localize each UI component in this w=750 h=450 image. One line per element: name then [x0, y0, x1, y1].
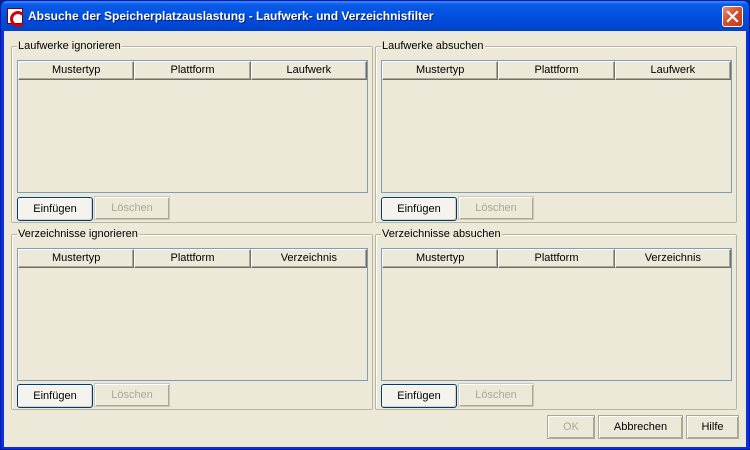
app-logo-icon [7, 8, 26, 27]
table-header: Mustertyp Plattform Laufwerk [18, 61, 367, 80]
column-header-laufwerk[interactable]: Laufwerk [250, 61, 367, 80]
column-header-verzeichnis[interactable]: Verzeichnis [250, 249, 367, 268]
column-header-mustertyp[interactable]: Mustertyp [18, 249, 135, 268]
column-header-plattform[interactable]: Plattform [498, 249, 615, 268]
close-button[interactable] [722, 6, 743, 27]
help-button[interactable]: Hilfe [686, 415, 739, 439]
insert-button[interactable]: Einfügen [381, 197, 457, 221]
delete-button[interactable]: Löschen [94, 196, 170, 220]
table-header: Mustertyp Plattform Verzeichnis [18, 249, 367, 268]
table-body[interactable] [18, 80, 367, 192]
insert-button[interactable]: Einfügen [17, 384, 93, 408]
dirs-ignore-table[interactable]: Mustertyp Plattform Verzeichnis [17, 248, 368, 381]
dialog-content: Laufwerke ignorieren Mustertyp Plattform… [4, 31, 746, 447]
cancel-button[interactable]: Abbrechen [598, 415, 683, 439]
table-header: Mustertyp Plattform Verzeichnis [382, 249, 731, 268]
title-bar[interactable]: Absuche der Speicherplatzauslastung - La… [1, 1, 749, 31]
column-header-mustertyp[interactable]: Mustertyp [382, 249, 499, 268]
column-header-mustertyp[interactable]: Mustertyp [382, 61, 499, 80]
group-dirs-ignore: Verzeichnisse ignorieren Mustertyp Platt… [11, 228, 373, 410]
column-header-verzeichnis[interactable]: Verzeichnis [614, 249, 731, 268]
column-header-mustertyp[interactable]: Mustertyp [18, 61, 135, 80]
table-body[interactable] [18, 268, 367, 380]
dirs-scan-table[interactable]: Mustertyp Plattform Verzeichnis [381, 248, 732, 381]
drives-ignore-table[interactable]: Mustertyp Plattform Laufwerk [17, 60, 368, 193]
table-body[interactable] [382, 80, 731, 192]
group-legend: Laufwerke ignorieren [17, 40, 122, 52]
delete-button[interactable]: Löschen [94, 383, 170, 407]
insert-button[interactable]: Einfügen [17, 197, 93, 221]
group-legend: Verzeichnisse ignorieren [17, 228, 139, 240]
delete-button[interactable]: Löschen [458, 383, 534, 407]
group-legend: Laufwerke absuchen [381, 40, 485, 52]
ok-button[interactable]: OK [547, 415, 595, 439]
group-drives-ignore: Laufwerke ignorieren Mustertyp Plattform… [11, 40, 373, 223]
window-title: Absuche der Speicherplatzauslastung - La… [28, 9, 434, 23]
close-icon [726, 10, 739, 23]
column-header-plattform[interactable]: Plattform [498, 61, 615, 80]
drives-scan-table[interactable]: Mustertyp Plattform Laufwerk [381, 60, 732, 193]
column-header-plattform[interactable]: Plattform [134, 61, 251, 80]
group-dirs-scan: Verzeichnisse absuchen Mustertyp Plattfo… [375, 228, 737, 410]
column-header-plattform[interactable]: Plattform [134, 249, 251, 268]
column-header-laufwerk[interactable]: Laufwerk [614, 61, 731, 80]
group-drives-scan: Laufwerke absuchen Mustertyp Plattform L… [375, 40, 737, 223]
table-body[interactable] [382, 268, 731, 380]
delete-button[interactable]: Löschen [458, 196, 534, 220]
dialog-window: Absuche der Speicherplatzauslastung - La… [0, 0, 750, 450]
group-legend: Verzeichnisse absuchen [381, 228, 502, 240]
table-header: Mustertyp Plattform Laufwerk [382, 61, 731, 80]
insert-button[interactable]: Einfügen [381, 384, 457, 408]
